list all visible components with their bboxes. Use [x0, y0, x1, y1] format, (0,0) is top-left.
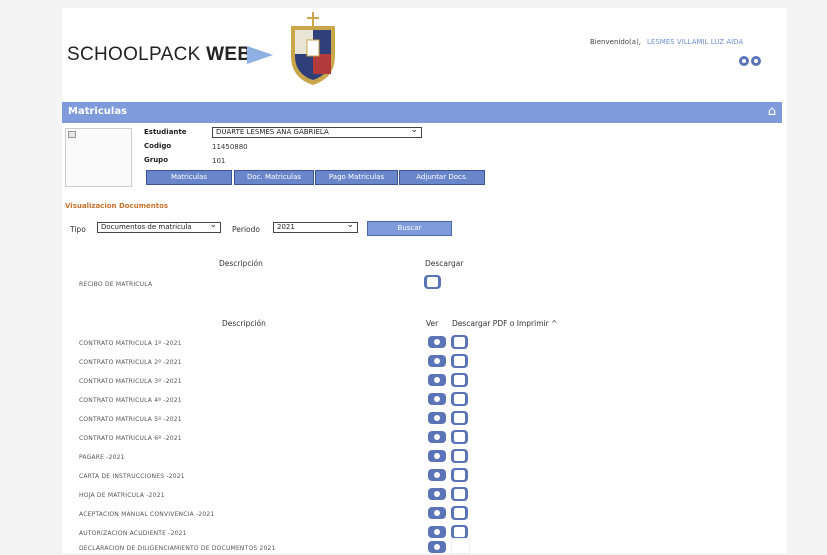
school-crest-icon [291, 12, 335, 85]
top-icon-group [737, 50, 761, 69]
user-name: LESMES VILLAMIL LUZ AIDA [647, 38, 744, 46]
student-select-value: DUARTE LESMES ANA GABRIELA [216, 128, 329, 136]
download-icon[interactable] [451, 525, 468, 539]
view-icon[interactable] [428, 541, 446, 553]
app-logo: SCHOOLPACK WEB [67, 44, 252, 65]
table-row: CONTRATO MATRICULA 6º -2021 [79, 435, 182, 442]
table-row: CONTRATO MATRICULA 1º -2021 [79, 340, 182, 347]
tab-adjuntar-docs[interactable]: Adjuntar Docs. [399, 170, 485, 185]
student-photo [65, 128, 132, 187]
home-icon[interactable]: ⌂ [768, 104, 776, 119]
view-icon[interactable] [428, 336, 446, 348]
download-icon[interactable] [451, 411, 468, 425]
view-icon[interactable] [428, 507, 446, 519]
tipo-select[interactable]: Documentos de matricula ⌄ [97, 220, 221, 233]
tab-matriculas[interactable]: Matriculas [146, 170, 232, 185]
section-header-title: Matriculas [68, 106, 128, 117]
section-title: Visualizacion Documentos [65, 202, 169, 210]
table1-row: RECIBO DE MATRICULA [79, 281, 153, 288]
table-row: CARTA DE INSTRUCCIONES -2021 [79, 473, 185, 480]
view-icon[interactable] [428, 469, 446, 481]
table-row: HOJA DE MATRICULA -2021 [79, 492, 165, 499]
student-select[interactable]: DUARTE LESMES ANA GABRIELA ⌄ [212, 125, 422, 138]
download-icon[interactable] [424, 275, 441, 289]
table-row: CONTRATO MATRICULA 5º -2021 [79, 416, 182, 423]
lock-icon[interactable] [739, 55, 749, 66]
view-icon[interactable] [428, 526, 446, 538]
view-icon[interactable] [428, 412, 446, 424]
download-icon[interactable] [451, 373, 468, 387]
view-icon[interactable] [428, 450, 446, 462]
empty-download-cell [451, 538, 470, 554]
table-row: ACEPTACION MANUAL CONVIVENCIA -2021 [79, 511, 215, 518]
logout-icon[interactable] [751, 55, 761, 66]
tipo-select-value: Documentos de matricula [101, 223, 192, 231]
tipo-label: Tipo [70, 225, 86, 234]
view-icon[interactable] [428, 431, 446, 443]
view-icon[interactable] [428, 355, 446, 367]
download-icon[interactable] [451, 487, 468, 501]
periodo-label: Periodo [232, 225, 260, 234]
welcome-message: Bienvenido(a), LESMES VILLAMIL LUZ AIDA [590, 38, 744, 46]
table2-download-header: Descargar PDF o Imprimir ^ [452, 319, 558, 328]
download-icon[interactable] [451, 430, 468, 444]
periodo-select[interactable]: 2021 ⌄ [273, 220, 358, 233]
grupo-value: 101 [212, 157, 226, 165]
table2-desc-header: Descripción [222, 319, 266, 328]
page-container: SCHOOLPACK WEB Bienvenido(a), LESMES VILL… [62, 8, 787, 554]
view-icon[interactable] [428, 374, 446, 386]
periodo-select-value: 2021 [277, 223, 295, 231]
section-header-bar: Matriculas ⌂ [62, 102, 782, 123]
chevron-down-icon: ⌄ [209, 220, 217, 230]
buscar-button[interactable]: Buscar [367, 221, 452, 236]
download-icon[interactable] [451, 449, 468, 463]
download-icon[interactable] [451, 392, 468, 406]
download-icon[interactable] [451, 468, 468, 482]
download-icon[interactable] [451, 506, 468, 520]
table-row: CONTRATO MATRICULA 3º -2021 [79, 378, 182, 385]
tab-pago-matriculas[interactable]: Pago Matriculas [315, 170, 398, 185]
grupo-label: Grupo [144, 156, 169, 164]
table-row: CONTRATO MATRICULA 4º -2021 [79, 397, 182, 404]
table1-desc-header: Descripción [219, 259, 263, 268]
download-icon[interactable] [451, 335, 468, 349]
codigo-value: 11450880 [212, 143, 248, 151]
view-icon[interactable] [428, 393, 446, 405]
estudiante-label: Estudiante [144, 128, 187, 136]
codigo-label: Codigo [144, 142, 172, 150]
table2-ver-header: Ver [426, 319, 439, 328]
view-icon[interactable] [428, 488, 446, 500]
chevron-down-icon: ⌄ [346, 220, 354, 230]
download-icon[interactable] [451, 354, 468, 368]
table-row: DECLARACION DE DILIGENCIAMIENTO DE DOCUM… [79, 545, 276, 552]
chevron-down-icon: ⌄ [410, 125, 418, 135]
table-row: AUTORIZACION ACUDIENTE -2021 [79, 530, 187, 537]
tab-doc-matriculas[interactable]: Doc. Matriculas [234, 170, 314, 185]
logo-arrow-icon [247, 46, 273, 64]
table1-download-header: Descargar [425, 259, 464, 268]
table-row: CONTRATO MATRICULA 2º -2021 [79, 359, 182, 366]
table-row: PAGARE -2021 [79, 454, 125, 461]
